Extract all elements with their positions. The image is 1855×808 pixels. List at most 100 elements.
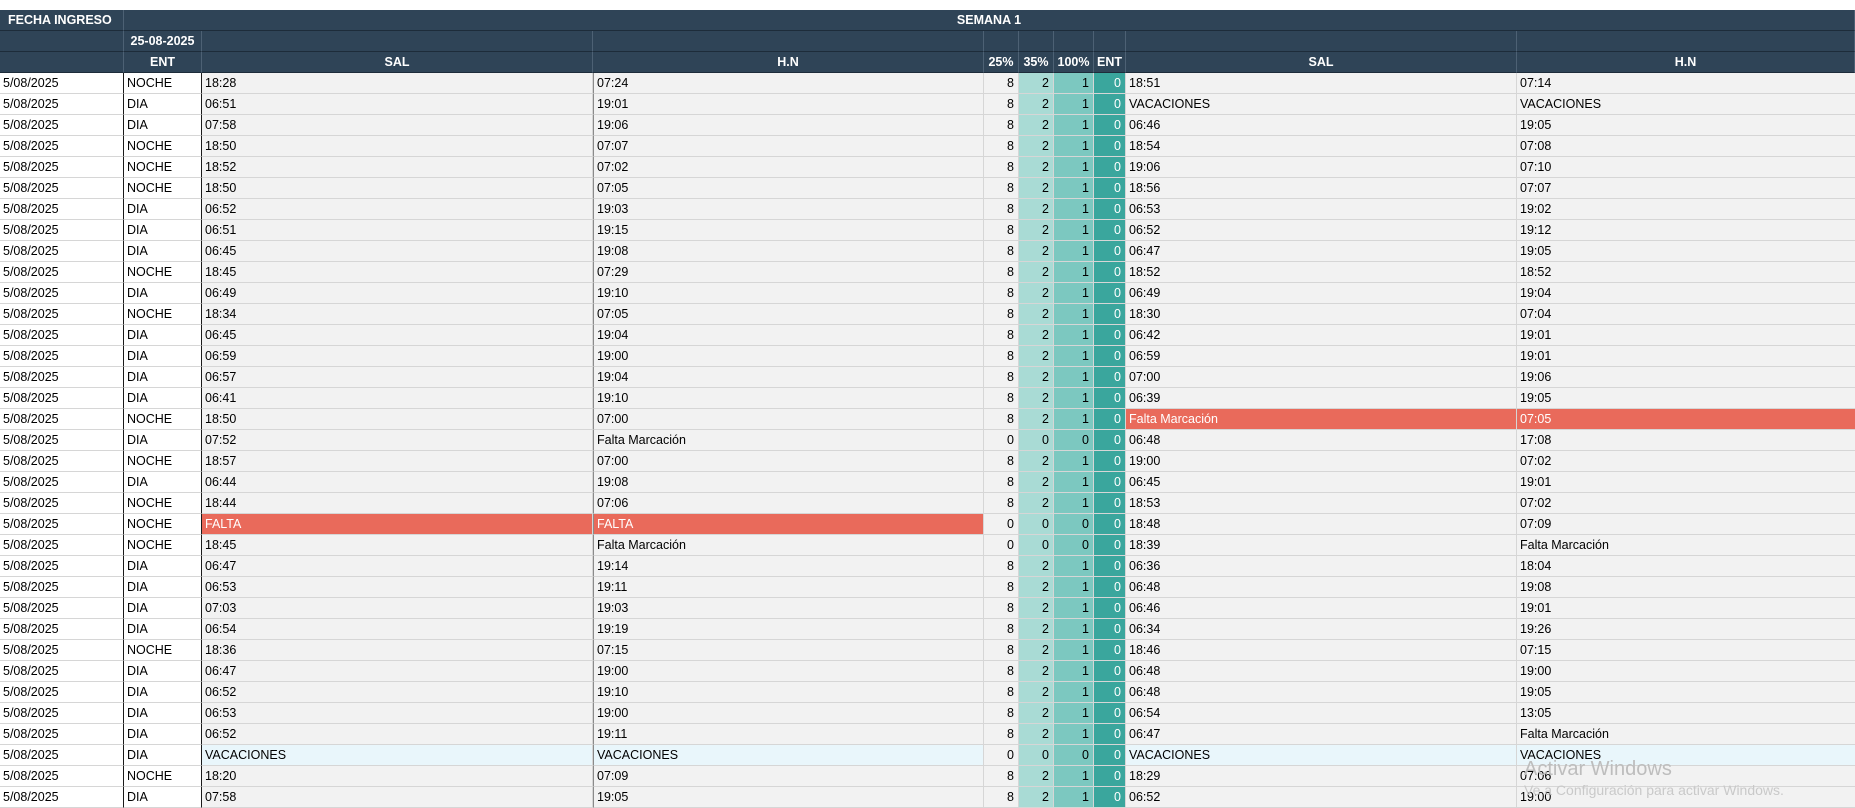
cell-hn-2[interactable]: 19:01 xyxy=(1517,472,1855,493)
cell-100[interactable]: 1 xyxy=(1054,682,1094,703)
cell-ent[interactable]: 06:45 xyxy=(202,325,593,346)
cell-hn[interactable]: 07:07 xyxy=(593,136,984,157)
cell-ent[interactable]: 18:57 xyxy=(202,451,593,472)
cell-turno[interactable]: DIA xyxy=(124,598,202,619)
cell-100[interactable]: 1 xyxy=(1054,472,1094,493)
cell-fecha[interactable]: 5/08/2025 xyxy=(0,619,124,640)
cell-hn-2[interactable]: 19:08 xyxy=(1517,577,1855,598)
cell-hn-2[interactable]: 19:05 xyxy=(1517,388,1855,409)
cell-sal-2[interactable]: 18:56 xyxy=(1126,178,1517,199)
cell-35[interactable]: 2 xyxy=(1019,766,1054,787)
cell-100[interactable]: 1 xyxy=(1054,241,1094,262)
cell-ent-2[interactable]: 0 xyxy=(1094,388,1126,409)
cell-ent[interactable]: 18:50 xyxy=(202,178,593,199)
cell-hn[interactable]: 19:10 xyxy=(593,388,984,409)
cell-hn[interactable]: 19:15 xyxy=(593,220,984,241)
cell-hn[interactable]: 19:08 xyxy=(593,241,984,262)
cell-hn-2[interactable]: 19:01 xyxy=(1517,325,1855,346)
cell-ent-2[interactable]: 0 xyxy=(1094,472,1126,493)
cell-ent[interactable]: 06:47 xyxy=(202,661,593,682)
cell-turno[interactable]: NOCHE xyxy=(124,304,202,325)
cell-ent-2[interactable]: 0 xyxy=(1094,493,1126,514)
cell-hn-2[interactable]: 19:01 xyxy=(1517,598,1855,619)
cell-hn-2[interactable]: Falta Marcación xyxy=(1517,724,1855,745)
cell-35[interactable]: 2 xyxy=(1019,577,1054,598)
cell-fecha[interactable]: 5/08/2025 xyxy=(0,535,124,556)
cell-hn[interactable]: 19:05 xyxy=(593,787,984,808)
cell-hn-2[interactable]: 19:01 xyxy=(1517,346,1855,367)
cell-ent[interactable]: 07:58 xyxy=(202,787,593,808)
cell-hn-2[interactable]: 07:05 xyxy=(1517,409,1855,430)
cell-sal-2[interactable]: 06:36 xyxy=(1126,556,1517,577)
cell-100[interactable]: 1 xyxy=(1054,262,1094,283)
cell-100[interactable]: 1 xyxy=(1054,724,1094,745)
cell-ent[interactable]: 06:45 xyxy=(202,241,593,262)
cell-35[interactable]: 0 xyxy=(1019,535,1054,556)
cell-ent[interactable]: 06:52 xyxy=(202,199,593,220)
cell-100[interactable]: 0 xyxy=(1054,430,1094,451)
cell-ent-2[interactable]: 0 xyxy=(1094,220,1126,241)
cell-ent[interactable]: 06:51 xyxy=(202,94,593,115)
cell-hn[interactable]: 19:19 xyxy=(593,619,984,640)
cell-25[interactable]: 0 xyxy=(984,745,1019,766)
cell-ent-2[interactable]: 0 xyxy=(1094,556,1126,577)
cell-100[interactable]: 0 xyxy=(1054,745,1094,766)
cell-35[interactable]: 2 xyxy=(1019,598,1054,619)
cell-35[interactable]: 2 xyxy=(1019,304,1054,325)
cell-25[interactable]: 8 xyxy=(984,724,1019,745)
cell-sal-2[interactable]: 06:54 xyxy=(1126,703,1517,724)
cell-25[interactable]: 0 xyxy=(984,535,1019,556)
cell-hn-2[interactable]: VACACIONES xyxy=(1517,94,1855,115)
cell-fecha[interactable]: 5/08/2025 xyxy=(0,346,124,367)
cell-ent-2[interactable]: 0 xyxy=(1094,262,1126,283)
cell-ent[interactable]: 06:59 xyxy=(202,346,593,367)
cell-fecha[interactable]: 5/08/2025 xyxy=(0,178,124,199)
cell-hn-2[interactable]: 18:04 xyxy=(1517,556,1855,577)
cell-100[interactable]: 1 xyxy=(1054,199,1094,220)
cell-ent-2[interactable]: 0 xyxy=(1094,304,1126,325)
cell-hn-2[interactable]: 19:05 xyxy=(1517,115,1855,136)
cell-turno[interactable]: DIA xyxy=(124,367,202,388)
cell-hn-2[interactable]: 19:06 xyxy=(1517,367,1855,388)
cell-100[interactable]: 1 xyxy=(1054,409,1094,430)
cell-hn-2[interactable]: 17:08 xyxy=(1517,430,1855,451)
cell-100[interactable]: 1 xyxy=(1054,640,1094,661)
cell-ent[interactable]: 06:49 xyxy=(202,283,593,304)
cell-sal-2[interactable]: 06:45 xyxy=(1126,472,1517,493)
cell-fecha[interactable]: 5/08/2025 xyxy=(0,115,124,136)
cell-turno[interactable]: NOCHE xyxy=(124,766,202,787)
cell-ent-2[interactable]: 0 xyxy=(1094,367,1126,388)
cell-ent-2[interactable]: 0 xyxy=(1094,430,1126,451)
cell-25[interactable]: 8 xyxy=(984,619,1019,640)
cell-ent-2[interactable]: 0 xyxy=(1094,241,1126,262)
cell-turno[interactable]: DIA xyxy=(124,115,202,136)
cell-ent[interactable]: 18:50 xyxy=(202,136,593,157)
cell-fecha[interactable]: 5/08/2025 xyxy=(0,577,124,598)
cell-hn[interactable]: 19:08 xyxy=(593,472,984,493)
cell-100[interactable]: 1 xyxy=(1054,766,1094,787)
cell-ent-2[interactable]: 0 xyxy=(1094,94,1126,115)
cell-ent-2[interactable]: 0 xyxy=(1094,283,1126,304)
cell-turno[interactable]: NOCHE xyxy=(124,178,202,199)
cell-hn-2[interactable]: 19:05 xyxy=(1517,241,1855,262)
cell-100[interactable]: 1 xyxy=(1054,661,1094,682)
cell-35[interactable]: 2 xyxy=(1019,178,1054,199)
cell-25[interactable]: 8 xyxy=(984,304,1019,325)
cell-fecha[interactable]: 5/08/2025 xyxy=(0,241,124,262)
cell-hn-2[interactable]: 07:02 xyxy=(1517,493,1855,514)
cell-sal-2[interactable]: 19:06 xyxy=(1126,157,1517,178)
cell-sal-2[interactable]: 06:39 xyxy=(1126,388,1517,409)
cell-25[interactable]: 8 xyxy=(984,199,1019,220)
cell-fecha[interactable]: 5/08/2025 xyxy=(0,598,124,619)
cell-sal-2[interactable]: 06:48 xyxy=(1126,682,1517,703)
cell-100[interactable]: 1 xyxy=(1054,787,1094,808)
cell-ent[interactable]: 18:28 xyxy=(202,73,593,94)
cell-turno[interactable]: NOCHE xyxy=(124,451,202,472)
cell-100[interactable]: 0 xyxy=(1054,514,1094,535)
cell-25[interactable]: 0 xyxy=(984,514,1019,535)
cell-35[interactable]: 2 xyxy=(1019,283,1054,304)
cell-turno[interactable]: DIA xyxy=(124,430,202,451)
cell-hn[interactable]: 07:29 xyxy=(593,262,984,283)
cell-ent[interactable]: 06:53 xyxy=(202,577,593,598)
cell-ent[interactable]: 18:44 xyxy=(202,493,593,514)
